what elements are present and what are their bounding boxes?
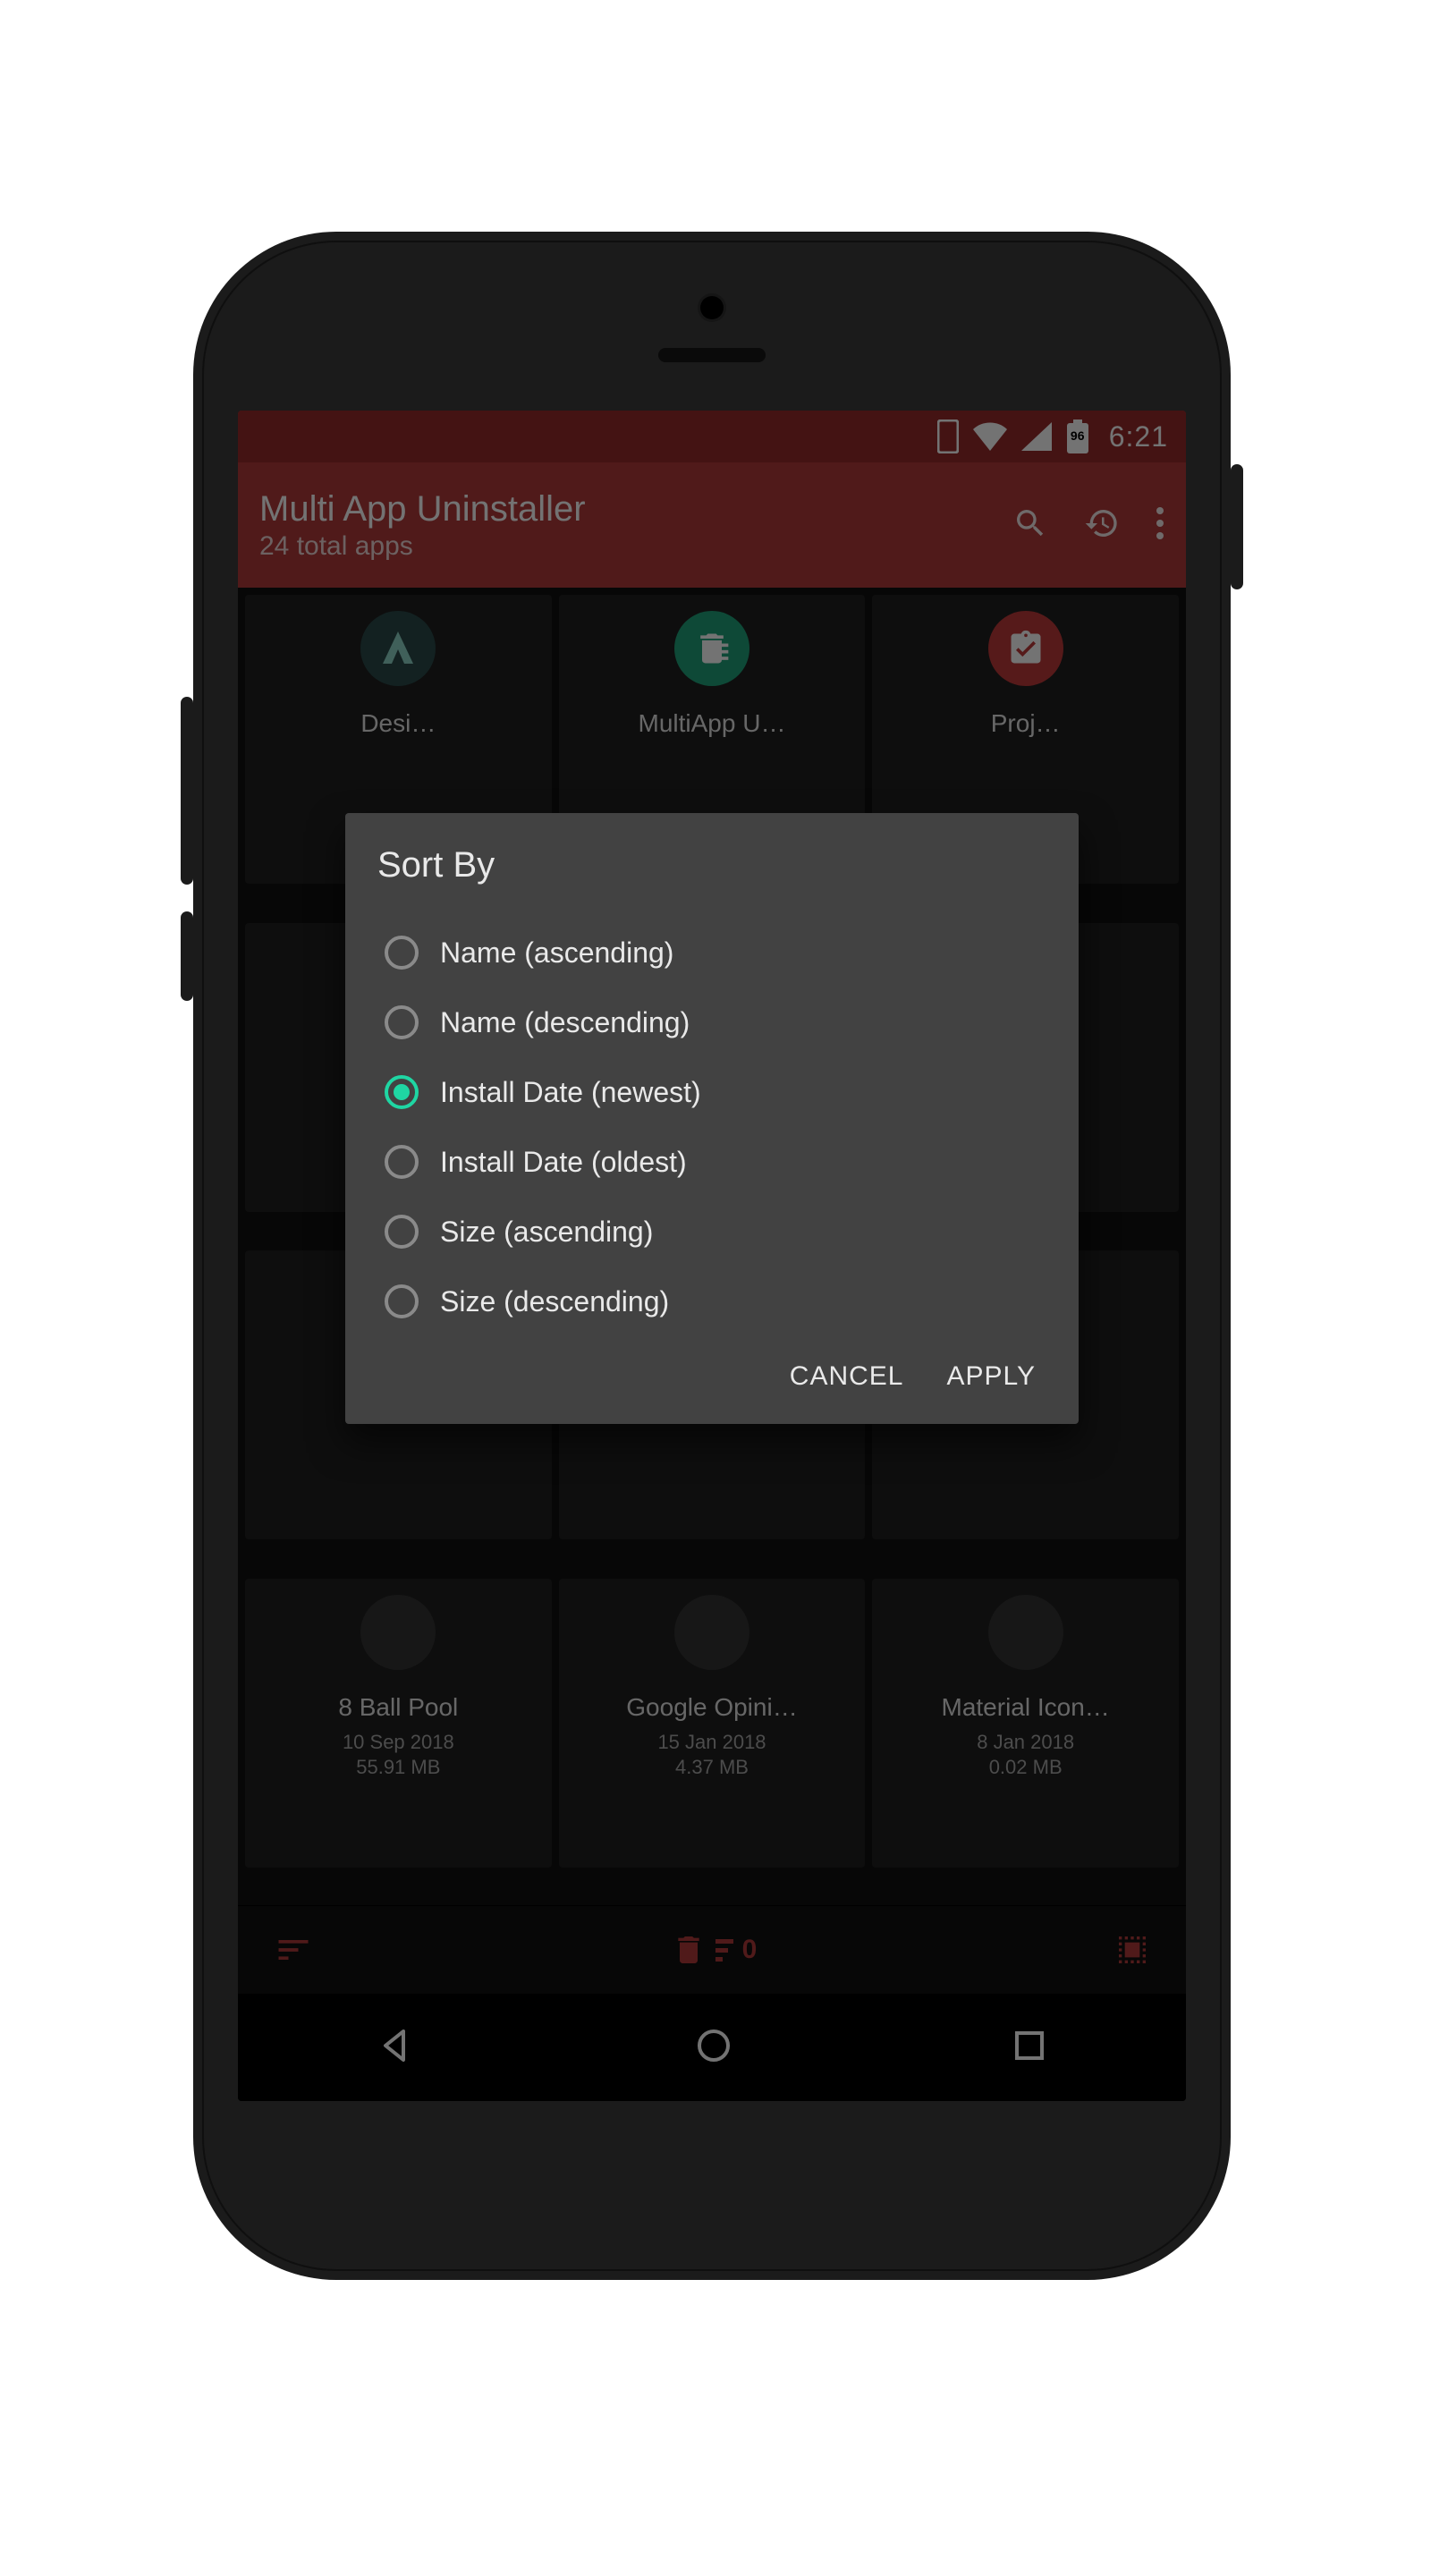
app-date: 10 Sep 2018 [343,1731,454,1754]
app-icon [360,611,436,686]
app-card[interactable] [245,923,552,1212]
app-name: 8 Ball Pool [338,1693,458,1722]
recents-button[interactable] [1012,2028,1047,2068]
bottom-bar: 0 [238,1905,1186,1994]
app-card[interactable]: Material Icon… 8 Jan 20180.02 MB [872,1579,1179,1868]
app-card[interactable]: M… [245,1250,552,1539]
radio-icon [385,1005,419,1039]
app-card[interactable] [872,923,1179,1212]
earpiece [658,348,766,362]
overflow-menu-icon[interactable] [1156,505,1164,546]
sort-option[interactable]: Size (descending) [377,1267,1046,1336]
app-card[interactable]: MultiApp U… [559,595,866,884]
sort-option-label: Name (ascending) [440,936,673,970]
app-grid: Desi… MultiApp U… Proj… …r M… …o 8 Ball Pool 10… [238,588,1186,1906]
app-date: 15 Jan 2018 [657,1731,766,1754]
app-card[interactable]: Proj… [872,595,1179,884]
front-camera [700,296,724,319]
app-name: …o [692,1365,732,1394]
app-icon [360,1267,436,1342]
app-icon [988,1595,1063,1670]
sort-option[interactable]: Install Date (oldest) [377,1127,1046,1197]
cancel-button[interactable]: CANCEL [790,1361,904,1392]
app-subtitle: 24 total apps [259,531,1012,562]
battery-icon: 96 [1066,419,1089,453]
battery-level: 96 [1066,428,1089,443]
app-icon [988,1267,1063,1342]
home-button[interactable] [694,2026,733,2070]
wifi-icon [973,422,1007,451]
app-card[interactable]: Desi… [245,595,552,884]
app-size: 55.91 MB [356,1756,440,1779]
sort-options-list: Name (ascending) Name (descending) Install… [377,918,1046,1336]
app-name: …r [695,1038,728,1066]
radio-icon [385,1215,419,1249]
radio-icon [385,1145,419,1179]
radio-icon [385,1284,419,1318]
sort-option-label: Size (descending) [440,1285,669,1318]
search-icon[interactable] [1012,505,1048,546]
screen: 96 6:21 Multi App Uninstaller 24 total a… [238,411,1186,2101]
back-button[interactable] [377,2026,416,2070]
app-icon [988,939,1063,1014]
uninstall-count: 0 [742,1935,758,1965]
radio-icon [385,1075,419,1109]
app-icon [988,611,1063,686]
app-icon [360,1595,436,1670]
select-all-icon[interactable] [1114,1932,1150,1968]
uninstall-button[interactable]: 0 [671,1932,758,1968]
app-icon [674,1267,749,1342]
app-icon [360,939,436,1014]
android-nav-bar [238,1994,1186,2101]
app-card[interactable]: …r [559,923,866,1212]
app-card[interactable] [872,1250,1179,1539]
app-icon [674,939,749,1014]
app-name: Desi… [360,709,436,738]
modal-scrim[interactable] [238,411,1186,2101]
app-size: 0.02 MB [989,1756,1063,1779]
power-button [1231,464,1243,589]
history-icon[interactable] [1084,505,1120,546]
app-name: Proj… [991,709,1061,738]
app-card[interactable]: 8 Ball Pool 10 Sep 201855.91 MB [245,1579,552,1868]
sort-option[interactable]: Size (ascending) [377,1197,1046,1267]
status-bar: 96 6:21 [238,411,1186,462]
app-size: 4.37 MB [675,1756,749,1779]
apply-button[interactable]: APPLY [947,1361,1037,1392]
sort-option-label: Install Date (newest) [440,1076,701,1109]
radio-icon [385,936,419,970]
app-card[interactable]: Google Opini… 15 Jan 20184.37 MB [559,1579,866,1868]
app-icon [674,611,749,686]
app-name: Google Opini… [626,1693,797,1722]
sort-dialog: Sort By Name (ascending) Name (descending… [345,813,1079,1424]
sort-option[interactable]: Name (descending) [377,987,1046,1057]
app-name: Material Icon… [942,1693,1110,1722]
app-card[interactable]: …o [559,1250,866,1539]
sort-option-label: Install Date (oldest) [440,1146,687,1179]
sort-option-label: Name (descending) [440,1006,690,1039]
clock: 6:21 [1109,420,1168,453]
sort-icon[interactable] [274,1930,313,1970]
dialog-title: Sort By [377,845,1046,886]
phone-frame: 96 6:21 Multi App Uninstaller 24 total a… [193,232,1231,2280]
app-name: M… [376,1365,421,1394]
cell-signal-icon [1021,422,1052,451]
app-name: MultiApp U… [639,709,786,738]
app-title: Multi App Uninstaller [259,489,1012,530]
volume-rocker [181,697,193,885]
sort-option[interactable]: Name (ascending) [377,918,1046,987]
portrait-lock-icon [937,419,959,453]
app-bar: Multi App Uninstaller 24 total apps [238,462,1186,588]
volume-down [181,911,193,1001]
app-date: 8 Jan 2018 [977,1731,1074,1754]
sort-option[interactable]: Install Date (newest) [377,1057,1046,1127]
sort-option-label: Size (ascending) [440,1216,653,1249]
app-icon [674,1595,749,1670]
